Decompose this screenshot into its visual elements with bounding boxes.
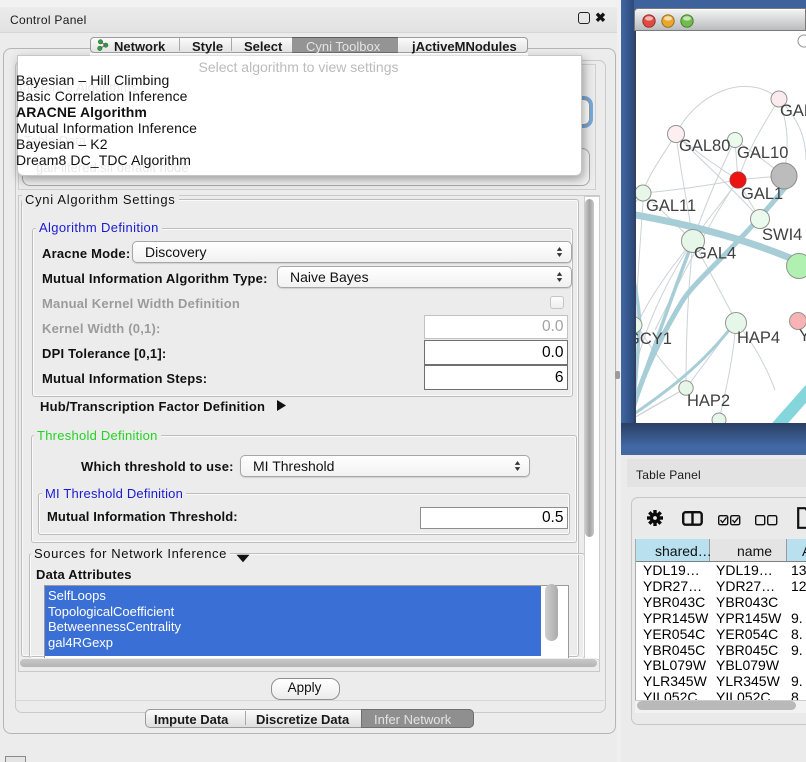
svg-text:GAL1: GAL1	[741, 185, 783, 203]
svg-text:GAL2: GAL2	[780, 102, 806, 120]
svg-text:GAL11: GAL11	[646, 197, 696, 215]
svg-text:GAL10: GAL10	[737, 144, 788, 162]
svg-text:HAP4: HAP4	[737, 329, 780, 347]
svg-text:SWI4: SWI4	[762, 226, 802, 244]
svg-text:Y: Y	[799, 327, 806, 345]
svg-text:GCY1: GCY1	[636, 330, 672, 348]
svg-text:HAP2: HAP2	[687, 392, 730, 410]
svg-text:GAL4: GAL4	[694, 245, 736, 263]
svg-text:GAL80: GAL80	[679, 137, 730, 155]
